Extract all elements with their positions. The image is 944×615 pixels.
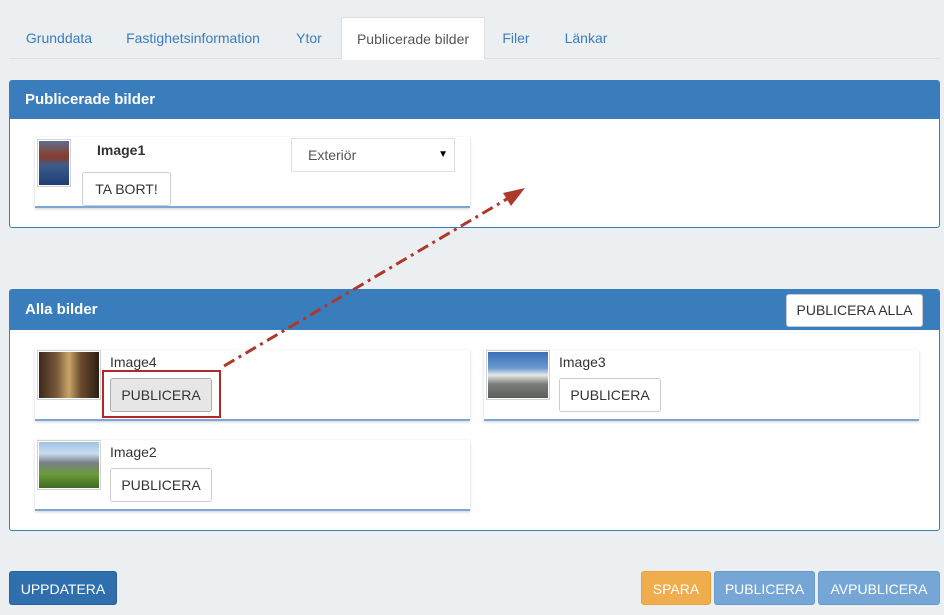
update-button[interactable]: UPPDATERA [9,571,117,605]
publish-button[interactable]: PUBLICERA [714,571,815,605]
annotation-arrow [223,188,525,368]
unpublish-button[interactable]: AVPUBLICERA [818,571,940,605]
save-button[interactable]: SPARA [641,571,711,605]
